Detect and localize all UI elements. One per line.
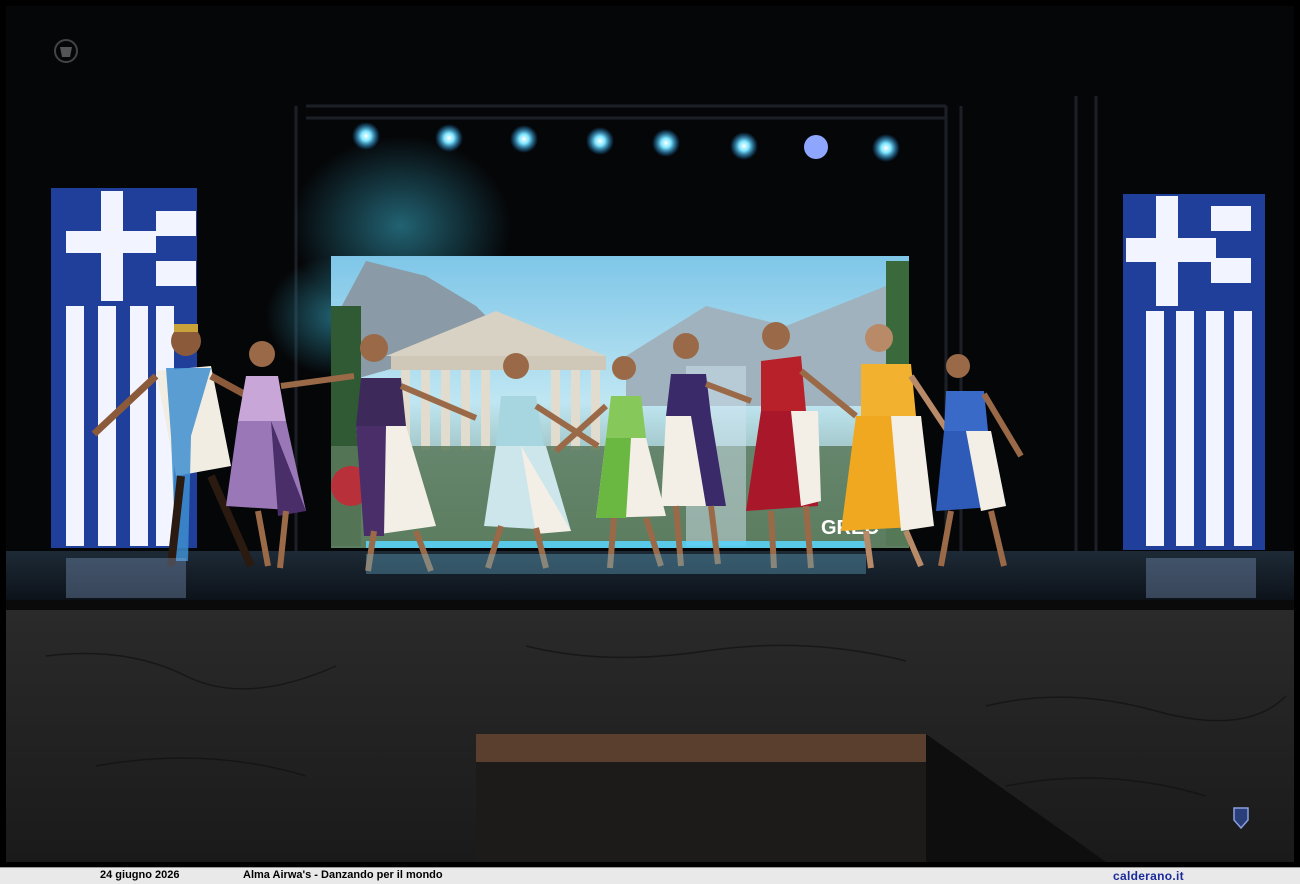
stage-light: [510, 125, 538, 153]
stage-light: [352, 122, 380, 150]
caption-title: Alma Airwa's - Danzando per il mondo: [243, 869, 443, 881]
stage-light: [652, 129, 680, 157]
dancer: [936, 354, 1024, 567]
stage-light: [872, 134, 900, 162]
stage-light: [435, 124, 463, 152]
stage-photo: GREC: [6, 6, 1294, 862]
photo-frame: GREC: [0, 0, 1300, 868]
caption-bar: 24 giugno 2026 Alma Airwa's - Danzando p…: [0, 867, 1300, 884]
stage-light: [586, 127, 614, 155]
stage-light: [730, 132, 758, 160]
stage-scene: GREC: [6, 39, 1294, 862]
stage-light: [804, 135, 828, 159]
greek-flag-right: [1123, 194, 1265, 550]
crest-icon: [54, 39, 78, 63]
caption-date: 24 giugno 2026: [100, 869, 180, 881]
site-link[interactable]: calderano.it: [1113, 869, 1184, 883]
stage-lip: [6, 600, 1294, 610]
stage-edge-light: [366, 541, 866, 548]
